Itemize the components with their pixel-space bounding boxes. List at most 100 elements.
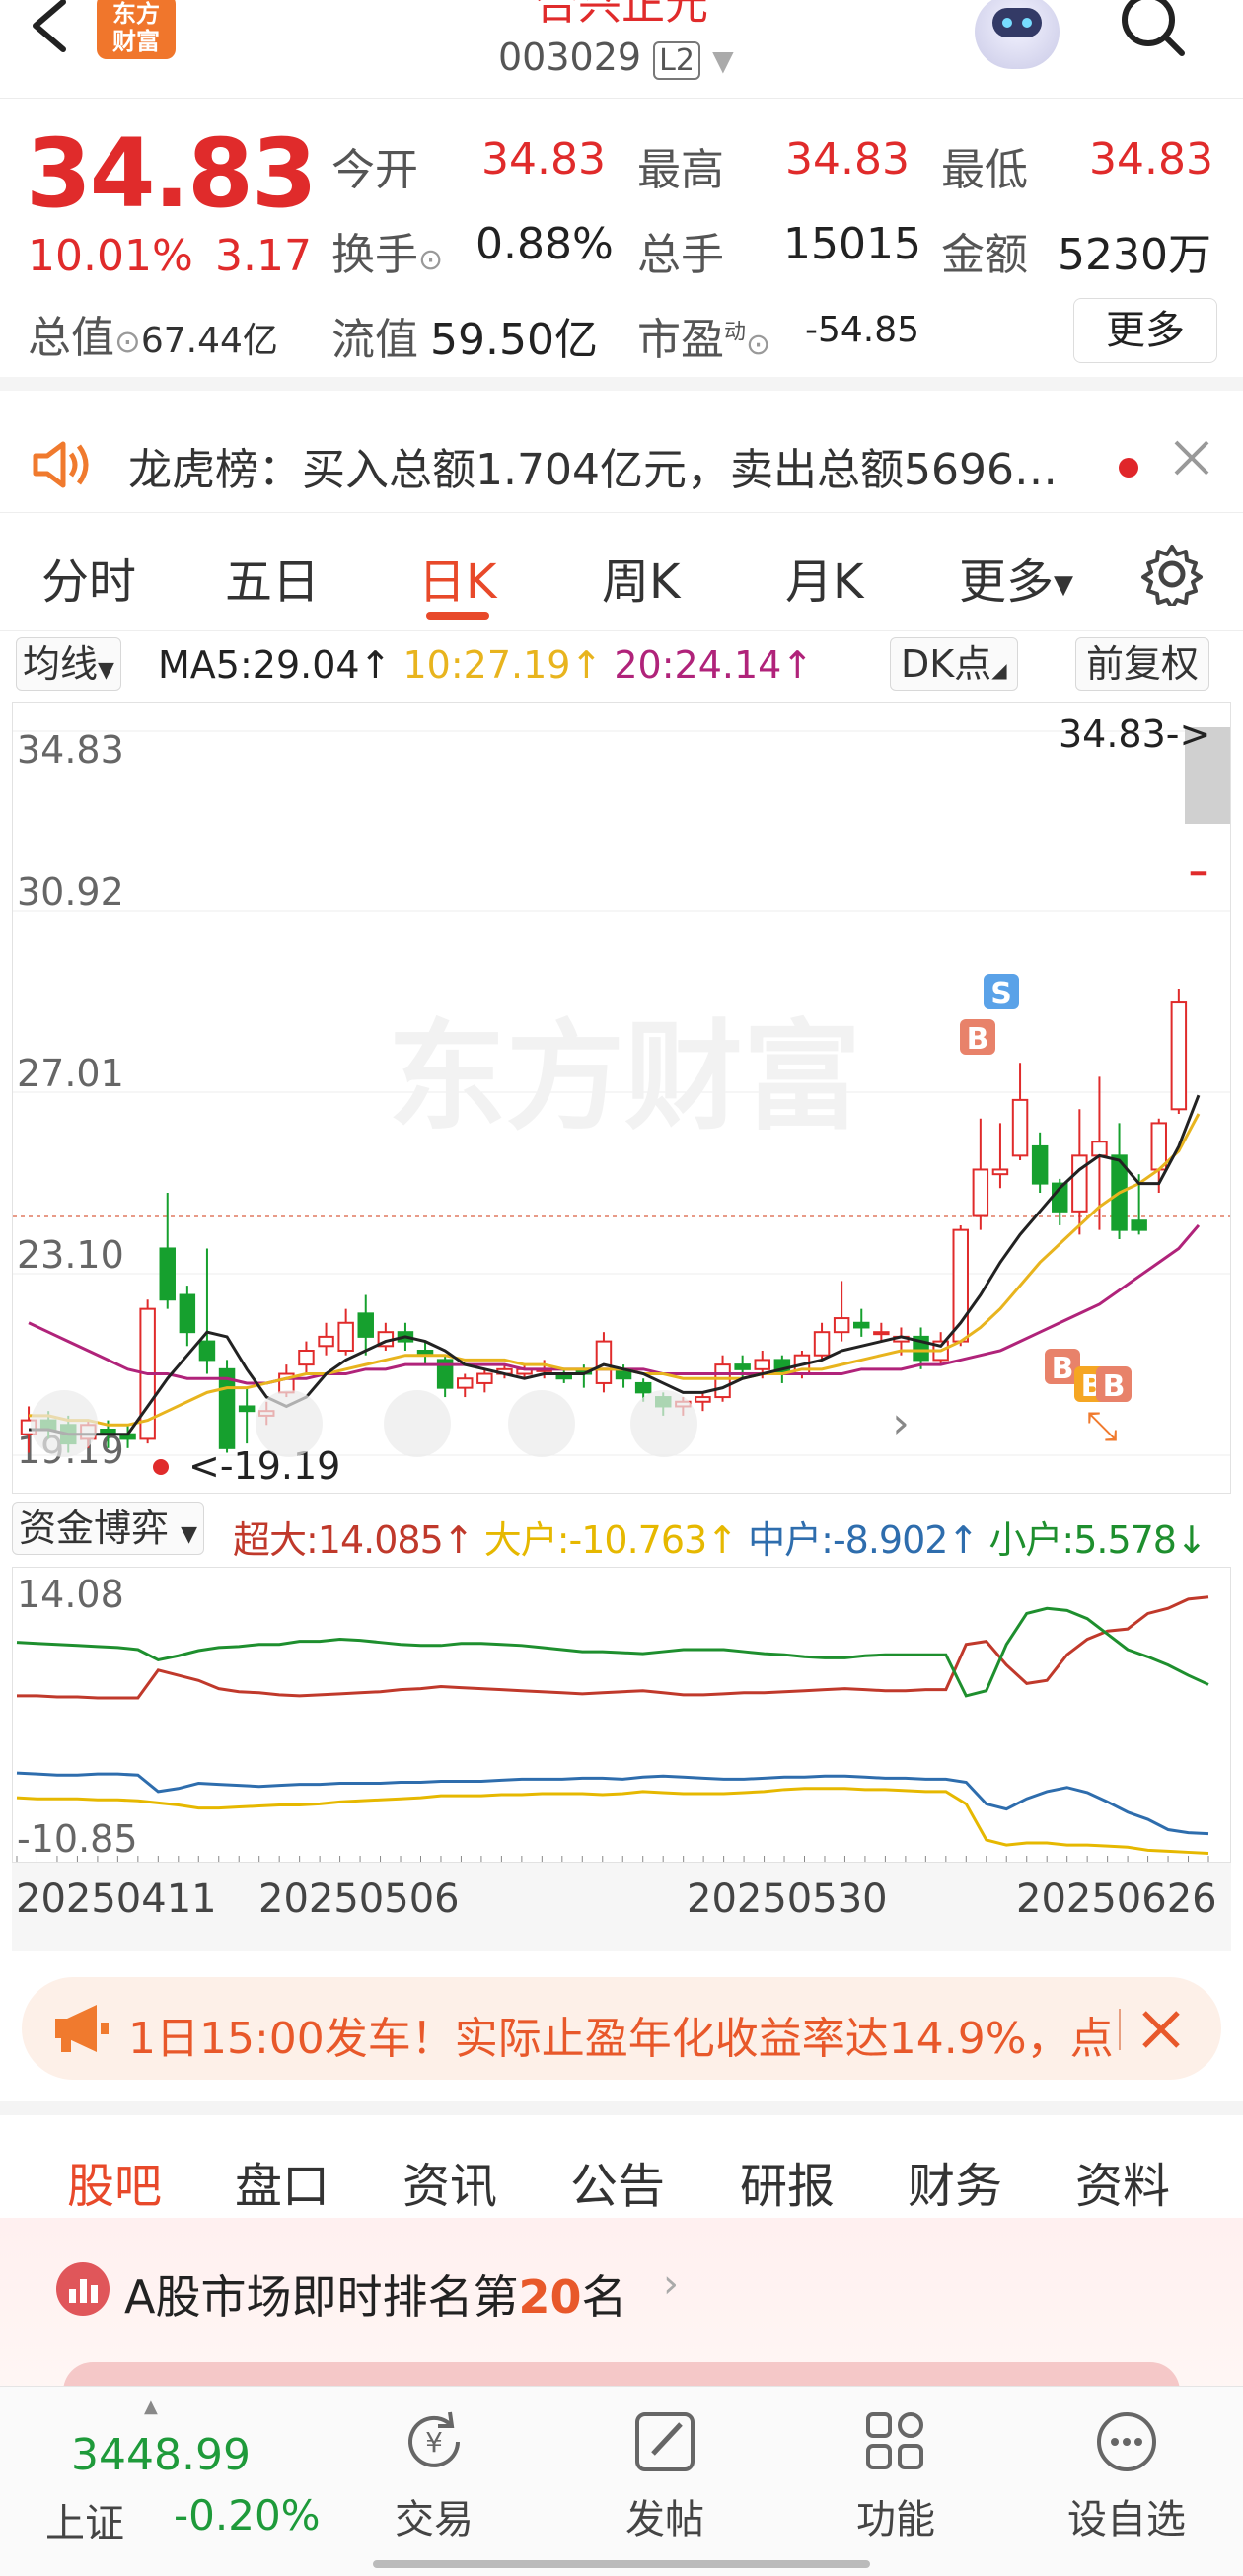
megaphone-icon bbox=[55, 2005, 109, 2052]
gear-icon[interactable] bbox=[1140, 543, 1204, 606]
high-label: 最高 bbox=[637, 145, 724, 195]
index-value: 3448.99 bbox=[71, 2430, 251, 2480]
open-value: 34.83 bbox=[481, 134, 606, 184]
watermark-text: 东方财富 bbox=[388, 1009, 861, 1146]
speaker-icon bbox=[33, 441, 89, 488]
date-axis: 20250411 20250506 20250530 20250626 bbox=[12, 1863, 1231, 1951]
notice-text: 龙虎榜：买入总额1.704亿元，卖出总额5696… bbox=[128, 445, 1058, 495]
tab-weekly-k[interactable]: 周K bbox=[602, 543, 680, 612]
home-indicator bbox=[373, 2560, 870, 2568]
date-tick: 20250411 bbox=[16, 1877, 217, 1922]
candlestick-chart[interactable]: 34.8330.9227.0123.1019.19东方财富34.83-><-19… bbox=[12, 702, 1231, 1494]
info-icon[interactable]: ⊙ bbox=[114, 323, 141, 360]
high-value: 34.83 bbox=[785, 134, 910, 184]
rank-banner[interactable]: A股市场即时排名第20名 › bbox=[0, 2218, 1243, 2401]
info-icon[interactable]: ⊙ bbox=[418, 243, 443, 277]
back-icon[interactable] bbox=[26, 0, 69, 57]
dk-point-button[interactable]: DK点◢ bbox=[890, 637, 1018, 691]
stock-code-text: 003029 bbox=[498, 36, 642, 79]
tab-news[interactable]: 资讯 bbox=[402, 2147, 497, 2216]
candle-body bbox=[1011, 1098, 1029, 1157]
ma10-arrow: ↑ bbox=[570, 643, 603, 687]
promo-text: 1日15:00发车！实际止盈年化收益率达14.9%，点 bbox=[128, 2014, 1114, 2064]
candle-body bbox=[1031, 1144, 1049, 1185]
volume-value: 15015 bbox=[783, 219, 921, 269]
stock-code[interactable]: 003029 L2 ▼ bbox=[498, 36, 734, 80]
candle-body bbox=[1071, 1154, 1088, 1213]
candle-body bbox=[853, 1321, 870, 1329]
index-widget[interactable]: ▲ 3448.99 上证 -0.20% bbox=[39, 2396, 355, 2546]
candle-body bbox=[991, 1168, 1009, 1176]
search-icon[interactable] bbox=[1119, 0, 1188, 63]
large-arrow: ↑ bbox=[706, 1518, 738, 1562]
tab-research[interactable]: 研报 bbox=[740, 2147, 835, 2216]
tab-five-day[interactable]: 五日 bbox=[225, 543, 320, 612]
low-value: 34.83 bbox=[1089, 134, 1213, 184]
tab-daily-k[interactable]: 日K bbox=[418, 543, 496, 612]
candle-body bbox=[1091, 1141, 1108, 1157]
close-icon[interactable] bbox=[1140, 2009, 1182, 2050]
pe-label: 市盈动⊙ bbox=[637, 304, 770, 367]
nav-trade[interactable]: ¥ 交易 bbox=[355, 2406, 513, 2544]
nav-functions[interactable]: 功能 bbox=[817, 2406, 975, 2544]
rank-text: A股市场即时排名第20名 bbox=[124, 2261, 626, 2326]
tab-intraday[interactable]: 分时 bbox=[41, 543, 136, 612]
candle-body bbox=[813, 1331, 831, 1357]
more-dots-icon bbox=[1097, 2412, 1156, 2471]
turnover-label: 换手⊙ bbox=[331, 219, 443, 282]
tab-orderbook[interactable]: 盘口 bbox=[235, 2147, 329, 2216]
candle-body bbox=[754, 1359, 770, 1370]
tab-more[interactable]: 更多▼ bbox=[959, 543, 1073, 612]
fund-select-button[interactable]: 资金博弈 ▼ bbox=[12, 1502, 205, 1555]
candle-body bbox=[634, 1381, 652, 1394]
nav-add-watchlist[interactable]: 设自选 bbox=[1048, 2406, 1206, 2544]
chart-control-button bbox=[630, 1390, 697, 1457]
trade-marker-label: S bbox=[990, 977, 1012, 1011]
info-icon[interactable]: ⊙ bbox=[746, 328, 770, 362]
float-cap-value: 59.50亿 bbox=[430, 315, 598, 365]
edit-icon bbox=[635, 2412, 695, 2471]
change-amount: 3.17 bbox=[215, 231, 312, 281]
low-label: 最低 bbox=[941, 145, 1028, 195]
amount-label: 金额 bbox=[941, 230, 1028, 280]
fund-flow-chart[interactable]: 14.08 -10.85 bbox=[12, 1567, 1231, 1863]
content-tabs: 股吧 盘口 资讯 公告 研报 财务 资料 bbox=[0, 2101, 1243, 2226]
large-value: 大户:-10.763 bbox=[483, 1518, 707, 1562]
dropdown-arrow-icon: ▼ bbox=[98, 658, 114, 683]
candle-body bbox=[714, 1363, 731, 1399]
bottom-nav: ▲ 3448.99 上证 -0.20% ¥ 交易 发帖 功能 设自选 bbox=[0, 2386, 1243, 2576]
volume-label: 总手 bbox=[637, 230, 724, 280]
y-tick-label: 23.10 bbox=[17, 1233, 124, 1277]
tab-profile[interactable]: 资料 bbox=[1075, 2147, 1170, 2216]
fund-select-label: 资金博弈 bbox=[19, 1507, 170, 1550]
ma-select-button[interactable]: 均线▼ bbox=[16, 637, 121, 691]
trade-marker-label: B bbox=[1052, 1352, 1074, 1386]
candle-body bbox=[833, 1317, 850, 1334]
tab-forum[interactable]: 股吧 bbox=[67, 2147, 162, 2216]
tab-monthly-k[interactable]: 月K bbox=[785, 543, 863, 612]
total-cap: 总值⊙67.44亿 bbox=[28, 302, 278, 365]
chart-control-button bbox=[256, 1390, 323, 1457]
tab-financials[interactable]: 财务 bbox=[908, 2147, 1002, 2216]
rank-suffix: 名 bbox=[581, 2270, 627, 2323]
adjust-button[interactable]: 前复权 bbox=[1075, 637, 1210, 691]
super-large-value: 超大:14.085 bbox=[233, 1518, 444, 1562]
nav-post[interactable]: 发帖 bbox=[586, 2406, 744, 2544]
float-cap-label: 流值 bbox=[331, 315, 418, 365]
level-badge: L2 bbox=[653, 41, 700, 80]
notice-bar[interactable]: 龙虎榜：买入总额1.704亿元，卖出总额5696… bbox=[0, 405, 1243, 513]
y-tick-label: 34.83 bbox=[17, 728, 124, 772]
trade-marker-label: B bbox=[967, 1022, 989, 1057]
candle-body bbox=[734, 1363, 751, 1370]
candle-body bbox=[238, 1405, 256, 1413]
candle-body bbox=[1170, 1001, 1188, 1111]
close-icon[interactable] bbox=[1172, 438, 1211, 478]
turnover-label-text: 换手 bbox=[331, 230, 418, 280]
robot-assistant-icon[interactable] bbox=[975, 0, 1060, 69]
tab-announcements[interactable]: 公告 bbox=[570, 2147, 665, 2216]
fund-flow-svg: 14.08 -10.85 bbox=[16, 1573, 1209, 1862]
promo-banner[interactable]: 1日15:00发车！实际止盈年化收益率达14.9%，点 bbox=[22, 1977, 1221, 2080]
more-button[interactable]: 更多 bbox=[1073, 298, 1217, 363]
pe-value: -54.85 bbox=[805, 310, 920, 350]
up-arrow-icon: ▲ bbox=[144, 2396, 158, 2417]
